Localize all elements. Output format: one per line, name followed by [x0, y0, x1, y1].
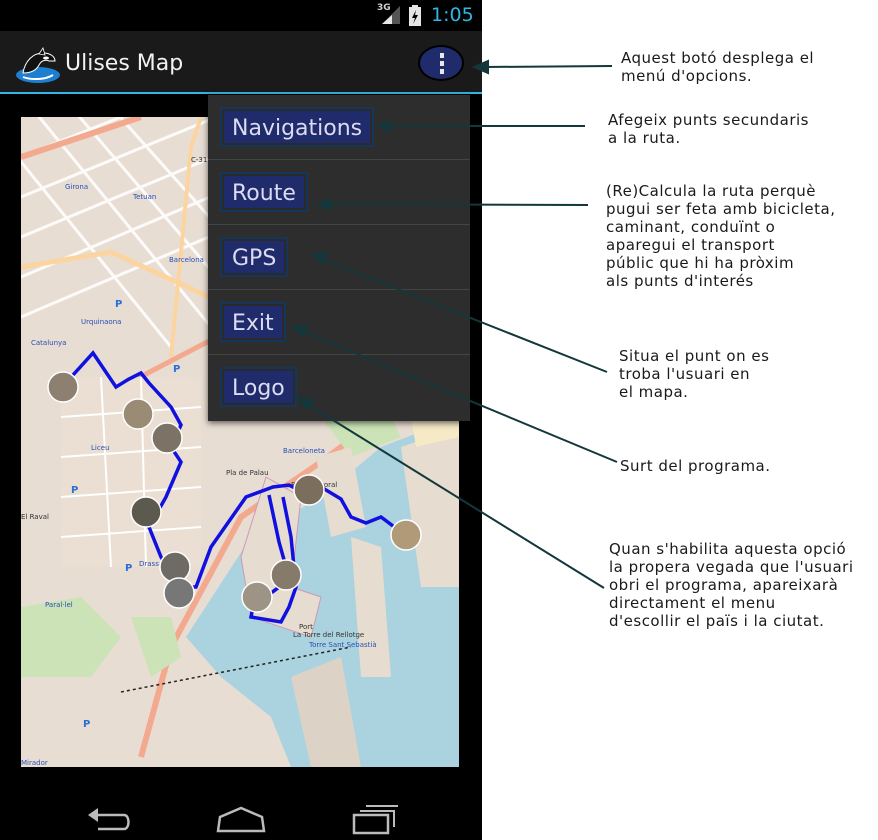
app-title: Ulises Map: [65, 51, 184, 76]
svg-text:P: P: [71, 485, 78, 496]
poi-marker[interactable]: [130, 496, 162, 528]
annotation-logo: Quan s'habilita aquesta opció la propera…: [609, 540, 854, 630]
svg-text:P: P: [83, 719, 90, 730]
poi-marker[interactable]: [163, 577, 195, 609]
home-icon[interactable]: [214, 803, 268, 833]
annotation-overflow-button: Aquest botó desplega el menú d'opcions.: [621, 49, 815, 85]
map-label: Pla de Palau: [226, 469, 269, 477]
poi-marker[interactable]: [151, 422, 183, 454]
menu-item-gps[interactable]: GPS: [208, 225, 470, 290]
poi-marker[interactable]: [122, 398, 154, 430]
phone-screen: 3G 1:05 Ulises Map Girona Tetuan Urquina…: [0, 0, 482, 840]
menu-item-label: Navigations: [219, 107, 375, 147]
map-label: Paral·lel: [45, 601, 73, 609]
arrow-line: [484, 65, 613, 68]
action-bar: Ulises Map: [0, 31, 482, 94]
map-label: El Raval: [21, 513, 49, 521]
status-bar: 3G 1:05: [0, 0, 482, 31]
recents-icon[interactable]: [350, 803, 398, 835]
map-label: Tetuan: [132, 193, 156, 201]
more-vertical-icon-dot: [440, 69, 444, 74]
annotation-navigations: Afegeix punts secundaris a la ruta.: [608, 111, 809, 147]
poi-marker[interactable]: [47, 371, 79, 403]
map-label: Torre Sant Sebastià: [308, 641, 377, 649]
map-label: Urquinaona: [81, 318, 121, 326]
poi-marker[interactable]: [270, 559, 302, 591]
battery-charging-icon: [409, 5, 421, 26]
menu-item-label: Exit: [220, 302, 286, 342]
more-vertical-icon: [440, 53, 444, 58]
clock: 1:05: [431, 4, 474, 26]
svg-text:P: P: [173, 364, 180, 375]
menu-item-label: Route: [220, 172, 308, 212]
map-label: Barceloneta: [283, 447, 325, 455]
poi-marker[interactable]: [241, 581, 273, 613]
svg-text:P: P: [125, 563, 132, 574]
annotation-route: (Re)Calcula la ruta perquè pugui ser fet…: [606, 182, 836, 290]
annotation-exit: Surt del programa.: [620, 457, 771, 475]
poi-marker[interactable]: [293, 474, 325, 506]
menu-item-route[interactable]: Route: [208, 160, 470, 225]
poi-marker[interactable]: [159, 551, 191, 583]
map-label: Catalunya: [31, 339, 66, 347]
menu-item-label: GPS: [219, 237, 289, 277]
navigation-bar: [0, 795, 482, 840]
map-label: Mirador: [21, 759, 48, 767]
menu-item-label: Logo: [220, 367, 297, 407]
menu-item-exit[interactable]: Exit: [208, 290, 470, 355]
map-label: La Torre del Rellotge: [293, 631, 364, 639]
map-label: Port: [299, 623, 313, 631]
annotation-gps: Situa el punt on es troba l'usuari en el…: [619, 347, 770, 401]
map-label: C-31: [191, 156, 207, 164]
overflow-menu-button[interactable]: [418, 45, 464, 81]
map-label: Liceu: [91, 444, 109, 452]
map-label: Barcelona: [169, 256, 204, 264]
menu-item-logo[interactable]: Logo: [208, 355, 470, 420]
map-label: Girona: [65, 183, 88, 191]
poi-marker[interactable]: [390, 519, 422, 551]
back-icon[interactable]: [84, 803, 132, 833]
more-vertical-icon-dot: [440, 61, 444, 66]
options-menu: Navigations Route GPS Exit Logo: [208, 95, 470, 421]
menu-item-navigations[interactable]: Navigations: [208, 95, 470, 160]
signal-icon: [382, 6, 400, 24]
orca-logo-icon: [16, 47, 60, 83]
svg-text:P: P: [115, 299, 122, 310]
